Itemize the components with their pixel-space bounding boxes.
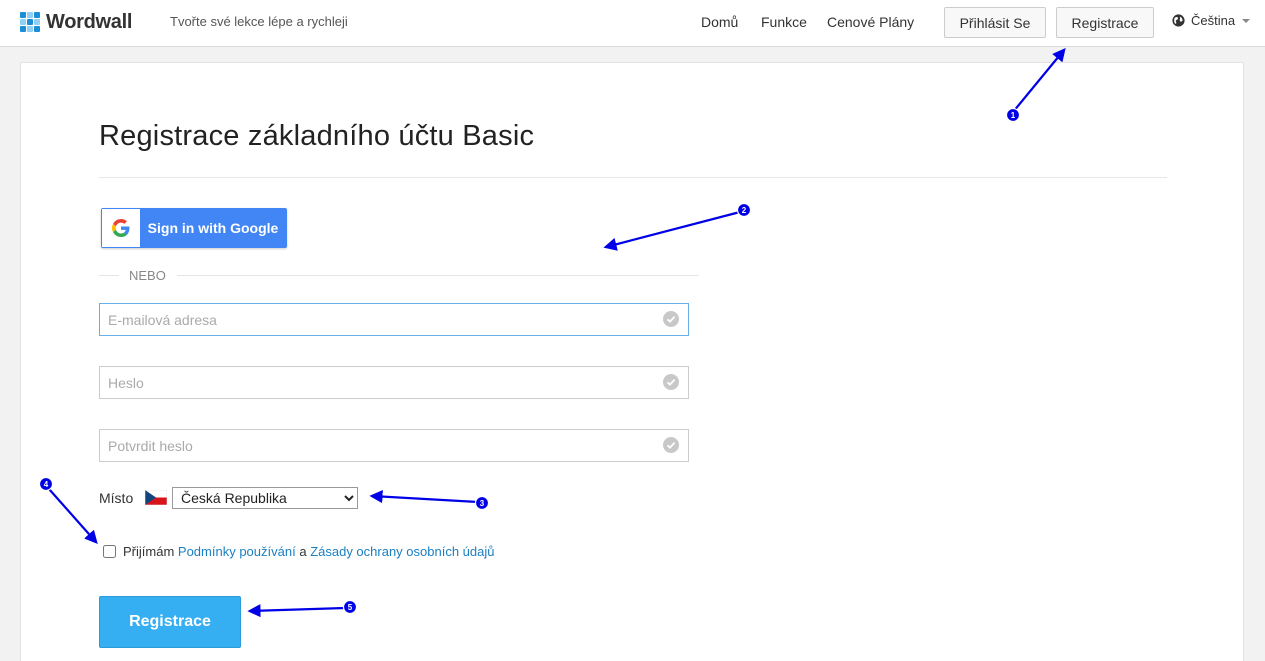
nav-link-home[interactable]: Domů xyxy=(701,14,738,30)
top-header: Wordwall Tvořte své lekce lépe a rychlej… xyxy=(0,0,1265,47)
czech-flag-icon xyxy=(145,490,167,505)
tagline: Tvořte své lekce lépe a rychleji xyxy=(170,14,348,29)
nav-link-pricing[interactable]: Cenové Plány xyxy=(827,14,914,30)
email-check-icon xyxy=(663,311,679,327)
chevron-down-icon xyxy=(1242,18,1251,23)
page-title: Registrace základního účtu Basic xyxy=(99,120,535,152)
title-divider xyxy=(99,177,1167,178)
header-register-button[interactable]: Registrace xyxy=(1056,7,1154,38)
google-g-icon xyxy=(112,219,130,237)
country-select[interactable]: Česká Republika xyxy=(172,487,358,509)
confirm-password-check-icon xyxy=(663,437,679,453)
or-divider: NEBO xyxy=(99,268,699,284)
wordwall-logo-icon xyxy=(20,11,42,34)
confirm-password-field[interactable] xyxy=(99,429,689,462)
language-selector[interactable]: Čeština xyxy=(1172,13,1251,28)
register-submit-button[interactable]: Registrace xyxy=(99,596,241,648)
place-label: Místo xyxy=(99,490,134,506)
password-field[interactable] xyxy=(99,366,689,399)
or-label: NEBO xyxy=(129,268,166,283)
password-check-icon xyxy=(663,374,679,390)
login-button[interactable]: Přihlásit Se xyxy=(944,7,1046,38)
terms-checkbox[interactable] xyxy=(103,545,116,558)
globe-icon xyxy=(1172,14,1185,27)
terms-of-use-link[interactable]: Podmínky používání xyxy=(178,544,296,559)
terms-and: a xyxy=(299,544,307,559)
nav-link-features[interactable]: Funkce xyxy=(761,14,807,30)
terms-prefix: Přijímám xyxy=(123,544,175,559)
google-signin-label: Sign in with Google xyxy=(147,220,279,236)
google-signin-button[interactable]: Sign in with Google xyxy=(101,208,287,248)
logo-text: Wordwall xyxy=(46,11,133,33)
wordwall-logo[interactable]: Wordwall xyxy=(20,11,132,34)
registration-card: Registrace základního účtu Basic Sign in… xyxy=(20,62,1244,661)
terms-text: Přijímám Podmínky používání a Zásady och… xyxy=(123,544,494,559)
google-g-icon-box xyxy=(102,209,140,247)
language-label: Čeština xyxy=(1191,13,1236,28)
email-field[interactable] xyxy=(99,303,689,336)
privacy-policy-link[interactable]: Zásady ochrany osobních údajů xyxy=(310,544,494,559)
